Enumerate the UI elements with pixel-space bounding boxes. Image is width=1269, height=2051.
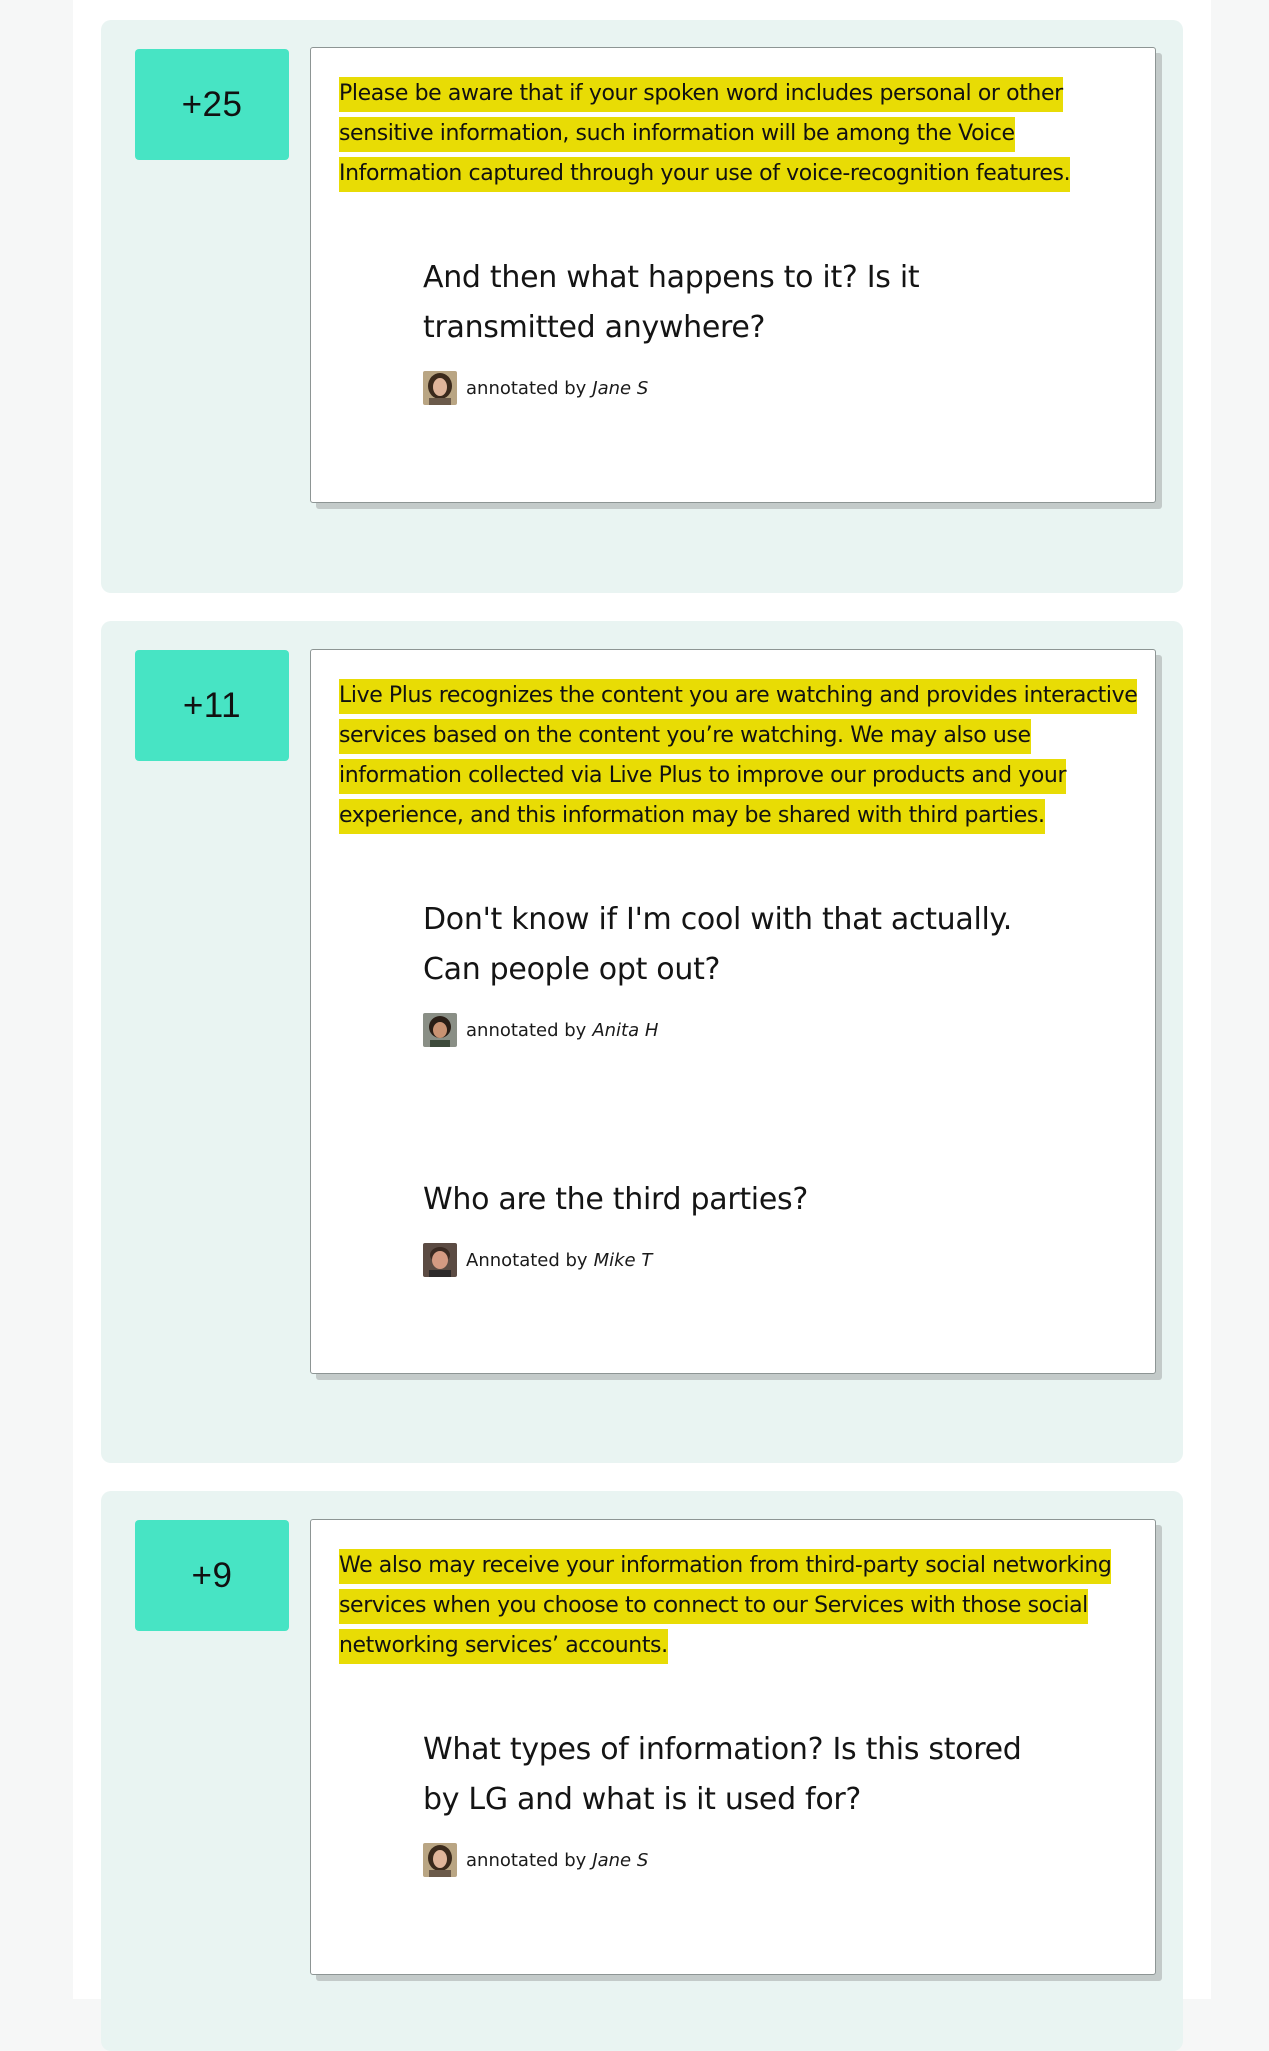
comment-text: What types of information? Is this store…: [423, 1732, 1022, 1817]
author-name[interactable]: Jane S: [592, 378, 648, 399]
comment: What types of information? Is this store…: [423, 1725, 1043, 1877]
avatar[interactable]: [423, 371, 457, 405]
quote-text: Please be aware that if your spoken word…: [339, 77, 1071, 192]
comment-text: Who are the third parties?: [423, 1182, 808, 1217]
author-name[interactable]: Jane S: [592, 1850, 648, 1871]
avatar[interactable]: [423, 1243, 457, 1277]
vote-score[interactable]: +25: [135, 49, 289, 160]
vote-score[interactable]: +9: [135, 1520, 289, 1631]
highlighted-quote: We also may receive your information fro…: [339, 1546, 1139, 1666]
comment: And then what happens to it? Is it trans…: [423, 253, 943, 405]
quote-text: We also may receive your information fro…: [339, 1549, 1112, 1664]
highlighted-quote: Please be aware that if your spoken word…: [339, 74, 1139, 194]
highlighted-quote: Live Plus recognizes the content you are…: [339, 676, 1139, 836]
avatar[interactable]: [423, 1843, 457, 1877]
byline-label: annotated by: [466, 1849, 587, 1871]
comment: Who are the third parties? Annotated by …: [423, 1175, 1043, 1277]
author-name[interactable]: Mike T: [594, 1250, 653, 1271]
comment-text: And then what happens to it? Is it trans…: [423, 260, 920, 345]
author-name[interactable]: Anita H: [592, 1020, 658, 1041]
byline-label: annotated by: [466, 377, 587, 399]
byline: annotated by Jane S: [423, 371, 943, 405]
comment-text: Don't know if I'm cool with that actuall…: [423, 902, 1012, 987]
annotation-card: We also may receive your information fro…: [310, 1519, 1156, 1975]
byline: Annotated by Mike T: [423, 1243, 1043, 1277]
avatar[interactable]: [423, 1013, 457, 1047]
annotation-card: Please be aware that if your spoken word…: [310, 47, 1156, 503]
quote-text: Live Plus recognizes the content you are…: [339, 679, 1138, 834]
vote-score[interactable]: +11: [135, 650, 289, 761]
byline-label: Annotated by: [466, 1249, 588, 1271]
comment: Don't know if I'm cool with that actuall…: [423, 895, 1043, 1047]
byline: annotated by Jane S: [423, 1843, 1043, 1877]
byline-label: annotated by: [466, 1019, 587, 1041]
annotation-card: Live Plus recognizes the content you are…: [310, 649, 1156, 1374]
byline: annotated by Anita H: [423, 1013, 1043, 1047]
